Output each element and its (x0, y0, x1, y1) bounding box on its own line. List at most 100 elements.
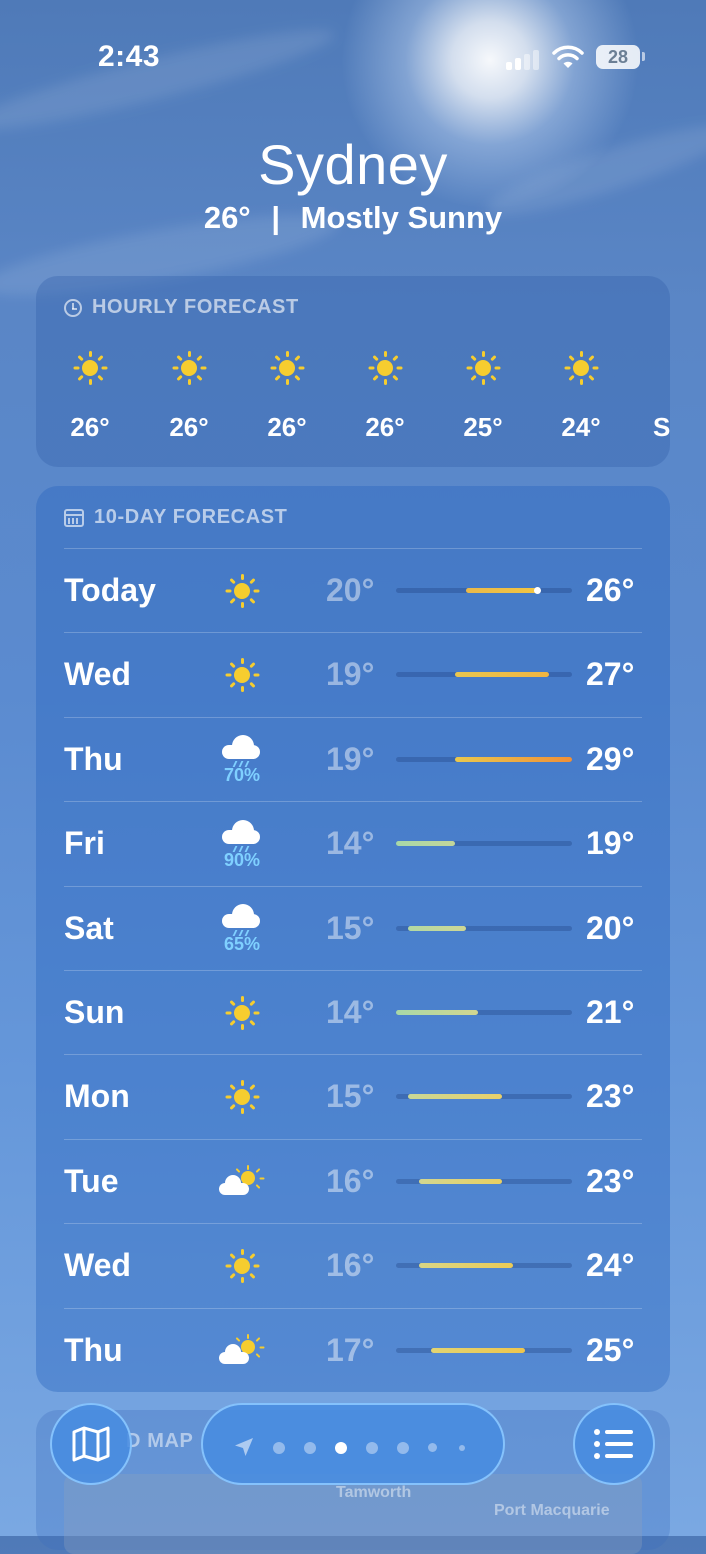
temp-range-fill (454, 672, 549, 678)
temp-range-fill (431, 1347, 526, 1353)
hourly-item: 26° (149, 346, 229, 443)
hourly-item: 24° (541, 346, 621, 443)
city-name: Sydney (258, 133, 448, 196)
partly-cloudy-icon (217, 1333, 267, 1368)
hourly-item: 26° (247, 346, 327, 443)
hourly-item: S (639, 346, 706, 443)
low-temp: 14° (326, 825, 375, 862)
high-temp: 20° (586, 909, 635, 946)
day-name: Today (64, 572, 156, 608)
current-conditions: 26° | Mostly Sunny (0, 200, 706, 236)
hourly-temp: 26° (70, 412, 110, 442)
day-icon-cell (214, 1233, 270, 1299)
battery-cap (642, 52, 645, 61)
location-page-indicator[interactable] (201, 1403, 505, 1485)
page-dot[interactable] (428, 1443, 437, 1452)
sun-icon (564, 351, 598, 385)
daily-header: 10-DAY FORECAST (64, 506, 288, 529)
precip-chance: 65% (223, 934, 261, 955)
rain-cloud-icon (220, 902, 264, 937)
sun-icon (466, 351, 500, 385)
page-dot[interactable] (273, 1442, 285, 1454)
high-temp: 26° (586, 572, 635, 608)
forecast-row[interactable]: Thu 70% 19° 29° (36, 717, 670, 801)
hourly-item: 25° (443, 346, 523, 443)
forecast-row[interactable]: Wed 16° 24° (36, 1223, 670, 1307)
temp-range-bar (396, 1178, 572, 1184)
temp-range-bar (396, 587, 572, 594)
forecast-row[interactable]: Thu 17° 25° (36, 1308, 670, 1392)
location-arrow-icon (235, 1438, 253, 1456)
hourly-forecast-card[interactable]: HOURLY FORECAST 26° 26° 26° 26° 25° 24° S (36, 276, 670, 467)
temp-range-fill (407, 1094, 502, 1100)
page-dot[interactable] (459, 1445, 465, 1451)
condition-text: Mostly Sunny (300, 200, 503, 235)
day-name: Wed (64, 1247, 131, 1284)
forecast-row[interactable]: Tue 16° 23° (36, 1139, 670, 1223)
partly-cloudy-icon (217, 1164, 267, 1199)
day-icon-cell (214, 1149, 270, 1215)
day-name: Tue (64, 1162, 119, 1199)
low-temp: 15° (326, 1078, 375, 1115)
list-icon (594, 1429, 633, 1459)
temp-range-bar (396, 1263, 572, 1269)
forecast-row[interactable]: Fri 90% 14° 19° (36, 801, 670, 885)
temp-range-fill (407, 925, 467, 931)
forecast-row[interactable]: Mon 15° 23° (36, 1054, 670, 1138)
location-list-button[interactable] (573, 1403, 655, 1485)
sun-icon (225, 1249, 259, 1284)
forecast-row[interactable]: Sat 65% 15° 20° (36, 886, 670, 970)
day-name: Mon (64, 1078, 130, 1115)
page-dot[interactable] (397, 1442, 409, 1454)
hourly-temp: 26° (365, 412, 405, 442)
sun-icon (270, 351, 304, 385)
ten-day-forecast-card: 10-DAY FORECAST Today 20° 26° Wed 19° 27° Thu 7… (36, 486, 670, 1392)
hourly-temp: 26° (169, 412, 209, 442)
temp-range-bar (396, 841, 572, 847)
day-icon-cell (214, 642, 270, 708)
low-temp: 15° (326, 909, 375, 946)
hourly-header-label: HOURLY FORECAST (92, 296, 299, 318)
day-icon-cell: 90% (214, 811, 270, 877)
temp-range-fill (419, 1178, 502, 1184)
page-dot[interactable] (304, 1442, 316, 1454)
map-icon (72, 1426, 110, 1462)
calendar-icon (64, 508, 84, 527)
precip-chance: 90% (223, 849, 261, 870)
sun-icon (368, 351, 402, 385)
high-temp: 23° (586, 1078, 635, 1115)
low-temp: 20° (326, 572, 375, 608)
sun-icon (225, 658, 259, 693)
low-temp: 16° (326, 1162, 375, 1199)
day-icon-cell (214, 558, 270, 624)
rain-cloud-icon (220, 733, 264, 768)
sun-icon (73, 351, 107, 385)
daily-header-label: 10-DAY FORECAST (94, 506, 288, 528)
high-temp: 19° (586, 825, 635, 862)
temp-range-fill (466, 588, 537, 593)
temp-range-fill (396, 1010, 479, 1015)
forecast-row[interactable]: Wed 19° 27° (36, 632, 670, 716)
day-icon-cell: 70% (214, 727, 270, 793)
map-button[interactable] (50, 1403, 132, 1485)
temp-range-bar (396, 672, 572, 678)
day-icon-cell (214, 1318, 270, 1384)
temp-range-bar (396, 1010, 572, 1015)
cellular-signal-icon (506, 48, 540, 70)
map-preview[interactable]: Tamworth Port Macquarie (64, 1474, 642, 1554)
clock-icon (64, 298, 82, 317)
hourly-header: HOURLY FORECAST (64, 296, 299, 319)
day-name: Wed (64, 656, 131, 693)
sun-icon (172, 351, 206, 385)
high-temp: 29° (586, 740, 635, 777)
forecast-row[interactable]: Sun 14° 21° (36, 970, 670, 1054)
page-dot[interactable] (335, 1442, 347, 1454)
page-dot[interactable] (366, 1442, 378, 1454)
sun-icon (225, 996, 259, 1030)
high-temp: 23° (586, 1162, 635, 1199)
day-name: Fri (64, 825, 105, 862)
map-label-port-macquarie: Port Macquarie (494, 1502, 610, 1519)
map-label-tamworth: Tamworth (336, 1484, 412, 1501)
forecast-row[interactable]: Today 20° 26° (36, 548, 670, 632)
temp-range-bar (396, 756, 572, 762)
